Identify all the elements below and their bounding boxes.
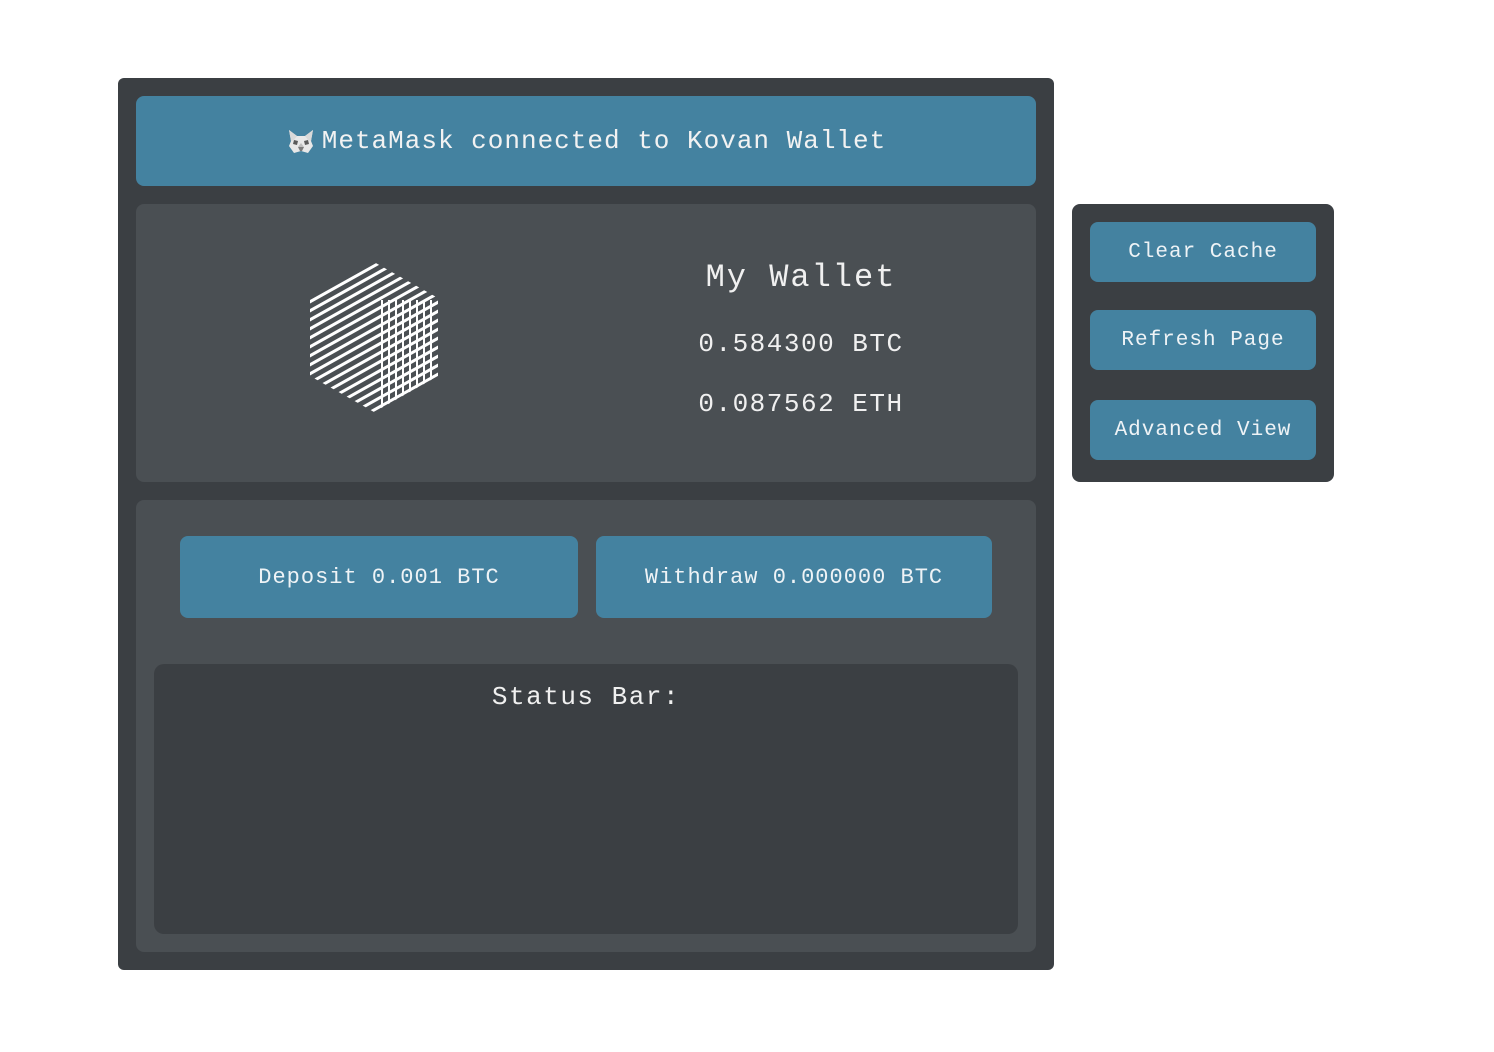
striped-cube-logo xyxy=(306,260,442,416)
advanced-view-button[interactable]: Advanced View xyxy=(1090,400,1316,460)
main-panel: MetaMask connected to Kovan Wallet My Wa… xyxy=(118,78,1054,970)
refresh-page-button[interactable]: Refresh Page xyxy=(1090,310,1316,370)
connection-status-text: MetaMask connected to Kovan Wallet xyxy=(321,126,887,156)
deposit-button[interactable]: Deposit 0.001 BTC xyxy=(180,536,578,618)
wallet-info: My Wallet 0.584300 BTC 0.087562 ETH xyxy=(656,254,946,434)
withdraw-button[interactable]: Withdraw 0.000000 BTC xyxy=(596,536,992,618)
connection-banner: MetaMask connected to Kovan Wallet xyxy=(136,96,1036,186)
eth-balance: 0.087562 ETH xyxy=(698,389,904,419)
actions-card: Deposit 0.001 BTC Withdraw 0.000000 BTC … xyxy=(136,500,1036,952)
btc-balance: 0.584300 BTC xyxy=(698,329,904,359)
metamask-fox-icon xyxy=(286,126,316,156)
clear-cache-button[interactable]: Clear Cache xyxy=(1090,222,1316,282)
side-menu: Clear Cache Refresh Page Advanced View xyxy=(1072,204,1334,482)
status-bar: Status Bar: xyxy=(154,664,1018,934)
status-bar-title: Status Bar: xyxy=(491,682,681,712)
wallet-card: My Wallet 0.584300 BTC 0.087562 ETH xyxy=(136,204,1036,482)
wallet-title: My Wallet xyxy=(705,259,897,296)
